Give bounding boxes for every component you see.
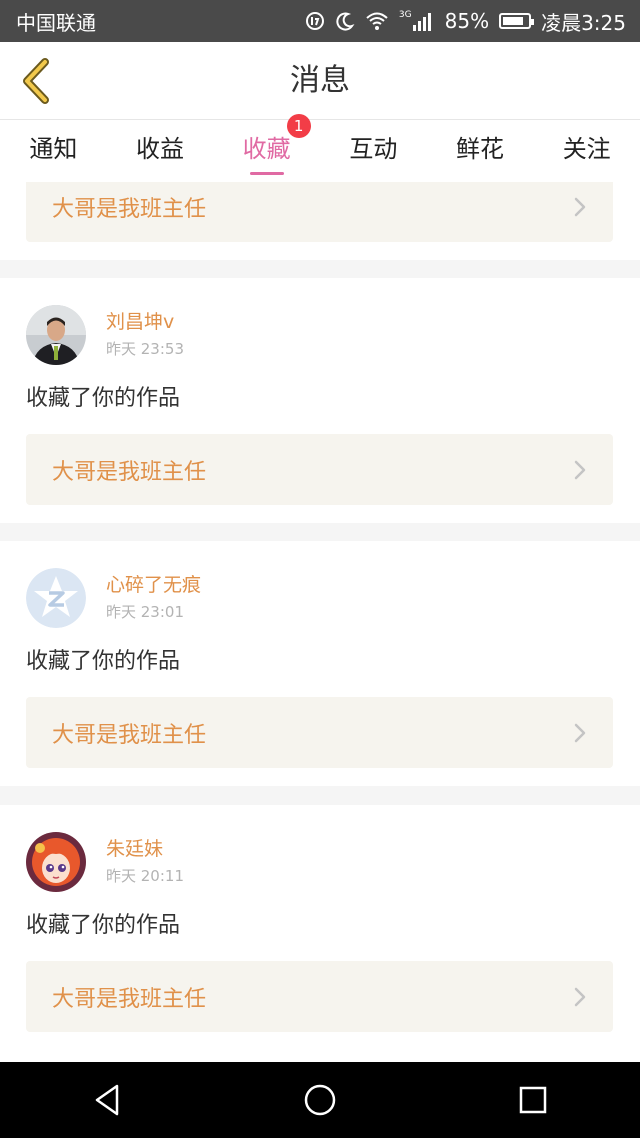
message-time: 昨天 23:53 (106, 340, 184, 358)
tab-favorites[interactable]: 收藏 1 (213, 114, 320, 182)
tab-earnings[interactable]: 收益 (107, 120, 214, 182)
work-link[interactable]: 大哥是我班主任 (26, 434, 613, 505)
work-title: 大哥是我班主任 (52, 986, 207, 1012)
nav-recents-button[interactable] (493, 1062, 573, 1138)
avatar[interactable] (26, 568, 86, 628)
status-icons: 3G 85% 凌晨3:25 (305, 7, 626, 36)
list-item: 大哥是我班主任 (0, 182, 640, 260)
work-title: 大哥是我班主任 (52, 196, 207, 222)
nav-back-button[interactable] (67, 1062, 147, 1138)
tab-label: 关注 (562, 135, 611, 163)
user-row: 朱廷妹 昨天 20:11 (26, 831, 184, 893)
chevron-right-icon (573, 722, 587, 744)
page-title: 消息 (290, 63, 350, 98)
message-time: 昨天 23:01 (106, 603, 184, 621)
tab-label: 通知 (29, 135, 78, 163)
triangle-back-icon (95, 1084, 118, 1116)
user-meta: 朱廷妹 昨天 20:11 (106, 836, 184, 888)
tab-follow[interactable]: 关注 (533, 120, 640, 182)
chevron-right-icon (573, 196, 587, 218)
user-name[interactable]: 朱廷妹 (106, 836, 184, 862)
user-meta: 心碎了无痕 昨天 23:01 (106, 572, 201, 624)
message-text: 收藏了你的作品 (26, 913, 181, 938)
tab-interaction[interactable]: 互动 (320, 120, 427, 182)
avatar[interactable] (26, 305, 86, 365)
work-link[interactable]: 大哥是我班主任 (26, 182, 613, 242)
user-name[interactable]: 心碎了无痕 (106, 572, 201, 598)
user-name[interactable]: 刘昌坤v (106, 309, 184, 335)
tab-bar: 通知 收益 收藏 1 互动 鲜花 关注 (0, 114, 640, 182)
tab-notice[interactable]: 通知 (0, 120, 107, 182)
carrier-label: 中国联通 (16, 10, 96, 35)
tab-flowers[interactable]: 鲜花 (427, 120, 534, 182)
data-saver-icon (305, 11, 325, 31)
work-link[interactable]: 大哥是我班主任 (26, 961, 613, 1032)
active-tab-indicator (249, 172, 284, 175)
chevron-right-icon (573, 986, 587, 1008)
status-bar: 中国联通 3G 85% 凌晨3:25 (0, 0, 640, 42)
user-row: 刘昌坤v 昨天 23:53 (26, 304, 184, 366)
unread-badge: 1 (286, 114, 311, 138)
wifi-icon (365, 11, 389, 31)
battery-icon (499, 13, 535, 29)
list-item: 心碎了无痕 昨天 23:01 收藏了你的作品 大哥是我班主任 (0, 541, 640, 786)
work-link[interactable]: 大哥是我班主任 (26, 697, 613, 768)
system-nav-bar (0, 1062, 640, 1138)
clock: 凌晨3:25 (541, 10, 626, 35)
network-type: 3G (398, 10, 412, 20)
tab-label: 收藏 (242, 135, 291, 163)
chevron-right-icon (573, 459, 587, 481)
message-time: 昨天 20:11 (106, 867, 184, 885)
moon-icon (335, 11, 355, 31)
work-title: 大哥是我班主任 (52, 722, 207, 748)
battery-percent: 85% (444, 9, 490, 33)
work-title: 大哥是我班主任 (52, 459, 207, 485)
circle-home-icon (304, 1084, 336, 1116)
square-recents-icon (520, 1086, 547, 1114)
message-text: 收藏了你的作品 (26, 386, 181, 411)
list-item: 朱廷妹 昨天 20:11 收藏了你的作品 大哥是我班主任 (0, 805, 640, 1062)
avatar[interactable] (26, 832, 86, 892)
nav-home-button[interactable] (280, 1062, 360, 1138)
list-item: 刘昌坤v 昨天 23:53 收藏了你的作品 大哥是我班主任 (0, 278, 640, 523)
tab-label: 收益 (136, 135, 184, 163)
signal-icon: 3G (399, 11, 435, 31)
message-list[interactable]: 大哥是我班主任 刘昌坤v 昨天 23:53 收藏了你的作品 大哥是我班主任 心碎… (0, 182, 640, 1062)
tab-label: 互动 (349, 135, 398, 163)
user-meta: 刘昌坤v 昨天 23:53 (106, 309, 184, 361)
message-text: 收藏了你的作品 (26, 649, 181, 674)
tab-label: 鲜花 (456, 135, 505, 163)
app-header: 消息 (0, 42, 640, 120)
user-row: 心碎了无痕 昨天 23:01 (26, 567, 201, 629)
